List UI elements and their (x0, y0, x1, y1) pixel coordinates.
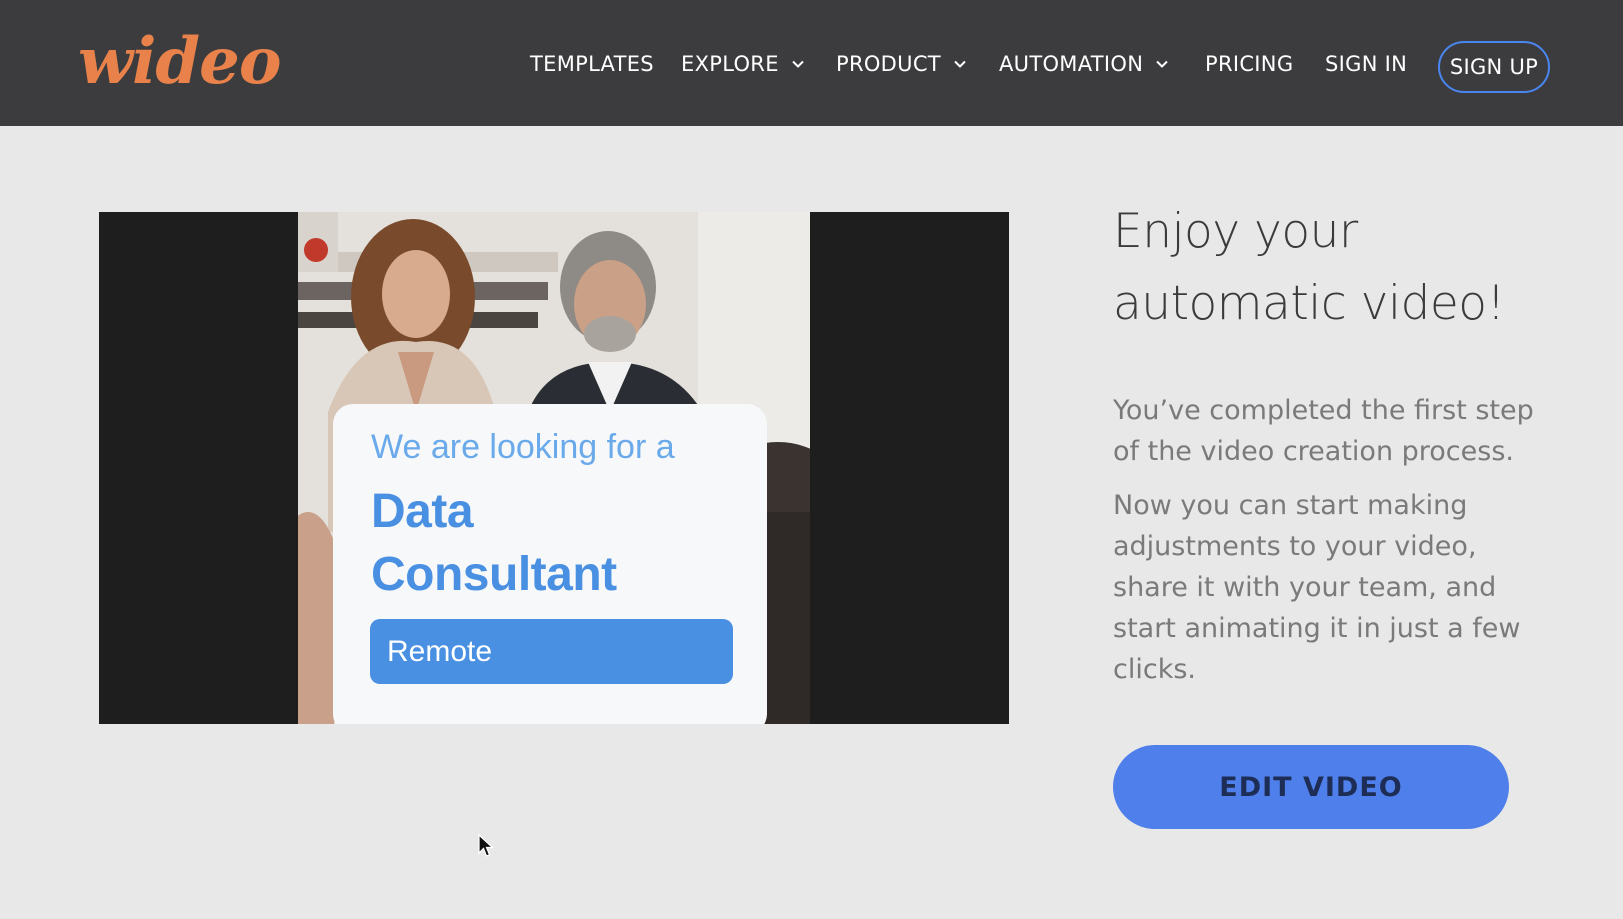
nav-explore-label: EXPLORE (681, 52, 779, 76)
job-title: Data Consultant (371, 480, 617, 606)
chevron-down-icon (792, 60, 804, 68)
card-intro-text: We are looking for a (371, 428, 675, 466)
location-badge: Remote (370, 619, 733, 684)
instructions-paragraph: Now you can start making adjustments to … (1113, 490, 1521, 685)
chevron-down-icon (1156, 60, 1168, 68)
top-header: wideo TEMPLATES EXPLORE PRODUCT AUTOMATI… (0, 0, 1623, 126)
headline-line-1: Enjoy your (1113, 204, 1358, 259)
wideo-logo[interactable]: wideo (78, 22, 282, 102)
nav-product-label: PRODUCT (836, 52, 941, 76)
nav-templates-label: TEMPLATES (530, 52, 654, 76)
chevron-down-icon (954, 60, 966, 68)
job-title-line-1: Data (371, 485, 474, 538)
nav-automation[interactable]: AUTOMATION (999, 44, 1169, 84)
page-headline: Enjoy your automatic video! (1113, 196, 1593, 340)
edit-video-button[interactable]: EDIT VIDEO (1113, 745, 1509, 829)
nav-automation-label: AUTOMATION (999, 52, 1144, 76)
headline-line-2: automatic video! (1113, 276, 1505, 331)
nav-pricing[interactable]: PRICING (1205, 44, 1293, 84)
video-frame: We are looking for a Data Consultant Rem… (298, 212, 810, 724)
nav-templates[interactable]: TEMPLATES (530, 44, 654, 84)
sign-up-button[interactable]: SIGN UP (1438, 41, 1550, 93)
job-title-line-2: Consultant (371, 548, 617, 601)
nav-product[interactable]: PRODUCT (836, 44, 967, 84)
nav-pricing-label: PRICING (1205, 52, 1294, 76)
mouse-pointer-icon (478, 834, 494, 857)
video-player[interactable]: We are looking for a Data Consultant Rem… (99, 212, 1009, 724)
intro-paragraph: You’ve completed the first step of the v… (1113, 395, 1534, 467)
nav-sign-in[interactable]: SIGN IN (1325, 44, 1407, 84)
job-card: We are looking for a Data Consultant Rem… (333, 404, 767, 724)
nav-explore[interactable]: EXPLORE (681, 44, 805, 84)
nav-sign-in-label: SIGN IN (1325, 52, 1408, 76)
